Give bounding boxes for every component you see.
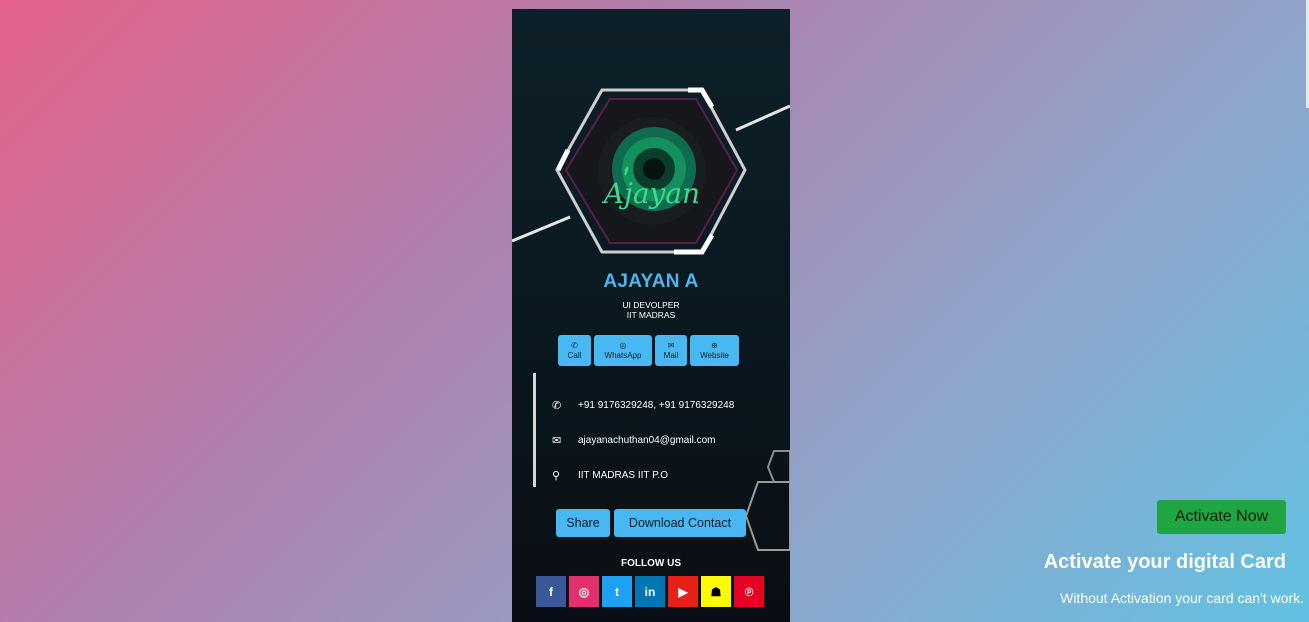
- snapchat-icon[interactable]: ☗: [701, 576, 731, 607]
- contact-divider: [533, 373, 536, 487]
- twitter-icon[interactable]: t: [602, 576, 632, 607]
- follow-heading: FOLLOW US: [621, 558, 681, 569]
- quick-actions: ✆ Call ◎ WhatsApp ✉ Mail ⊕ Website: [558, 335, 739, 366]
- profile-organization: IIT MADRAS: [626, 310, 676, 320]
- youtube-icon[interactable]: ▶: [668, 576, 698, 607]
- share-button[interactable]: Share: [556, 509, 610, 537]
- activation-title: Activate your digital Card: [1043, 551, 1286, 573]
- envelope-icon: ✉: [667, 341, 675, 350]
- facebook-icon[interactable]: f: [536, 576, 566, 607]
- social-links: f ◎ t in ▶ ☗ ℗: [536, 576, 764, 607]
- call-label: Call: [567, 351, 582, 360]
- pinterest-icon[interactable]: ℗: [734, 576, 764, 607]
- envelope-icon: ✉: [552, 435, 562, 447]
- contact-phone[interactable]: ✆ +91 9176329248, +91 9176329248: [552, 399, 734, 412]
- mail-button[interactable]: ✉ Mail: [655, 335, 687, 366]
- activate-now-button[interactable]: Activate Now: [1157, 500, 1286, 534]
- download-contact-button[interactable]: Download Contact: [614, 509, 746, 537]
- contact-address[interactable]: ⚲ IIT MADRAS IIT P.O: [552, 469, 668, 482]
- phone-icon: ✆: [571, 341, 578, 350]
- contact-email[interactable]: ✉ ajayanachuthan04@gmail.com: [552, 434, 715, 447]
- mail-label: Mail: [663, 351, 679, 360]
- phone-icon: ✆: [552, 400, 562, 412]
- instagram-icon[interactable]: ◎: [569, 576, 599, 607]
- activation-subtitle: Without Activation your card can't work.: [1060, 590, 1304, 606]
- map-pin-icon: ⚲: [552, 470, 561, 482]
- address-text: IIT MADRAS IIT P.O: [578, 470, 669, 481]
- whatsapp-button[interactable]: ◎ WhatsApp: [594, 335, 652, 366]
- call-button[interactable]: ✆ Call: [558, 335, 591, 366]
- linkedin-icon[interactable]: in: [635, 576, 665, 607]
- digital-card: Ajayan AJAYAN A UI DEVOLPER IIT MADRAS ✆…: [512, 9, 790, 622]
- profile-role: UI DEVOLPER: [622, 300, 680, 310]
- website-button[interactable]: ⊕ Website: [690, 335, 739, 366]
- whatsapp-label: WhatsApp: [604, 351, 642, 360]
- logo-text: Ajayan: [603, 177, 701, 210]
- globe-icon: ⊕: [711, 341, 718, 350]
- email-text: ajayanachuthan04@gmail.com: [578, 435, 716, 446]
- phone-text: +91 9176329248, +91 9176329248: [578, 400, 735, 411]
- whatsapp-icon: ◎: [619, 341, 627, 350]
- website-label: Website: [700, 351, 729, 360]
- profile-name: AJAYAN A: [603, 271, 699, 292]
